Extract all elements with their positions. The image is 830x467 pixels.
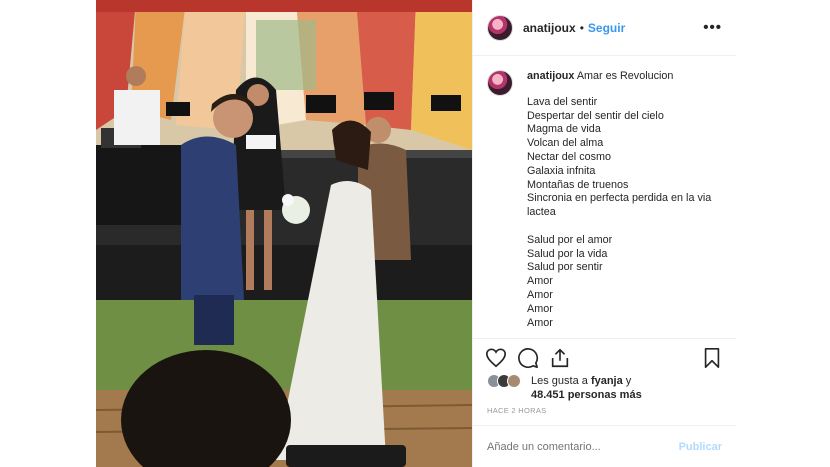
post-side-panel: anatijoux • Seguir ••• anatijoux Amar es…: [472, 0, 736, 467]
likes-summary: Les gusta a fyanja y 48.451 personas más: [487, 374, 642, 402]
caption-first-line: anatijoux Amar es Revolucion: [527, 70, 726, 84]
add-comment-bar: Publicar: [473, 425, 736, 467]
likes-count[interactable]: 48.451 personas más: [531, 389, 642, 401]
likes-prefix: Les gusta a: [531, 375, 588, 387]
likes-text: Les gusta a fyanja y 48.451 personas más: [531, 374, 642, 402]
separator-dot: •: [579, 20, 584, 35]
caption-line: Sincronia en perfecta perdida en la via …: [527, 192, 712, 219]
caption-line: Magma de vida: [527, 123, 601, 136]
caption-area: anatijoux Amar es Revolucion Lava del se…: [487, 70, 726, 338]
caption-body: anatijoux Amar es Revolucion Lava del se…: [527, 70, 726, 330]
caption-line: Salud por el amor: [527, 233, 613, 246]
caption-line: Nectar del cosmo: [527, 150, 612, 163]
publish-button[interactable]: Publicar: [679, 441, 722, 453]
caption-line: Volcan del alma: [527, 137, 604, 150]
liker-avatar: [507, 374, 521, 388]
comment-input[interactable]: [487, 440, 679, 453]
caption-line: Galaxia infnita: [527, 164, 596, 177]
wedding-photo-illustration: [96, 0, 472, 467]
caption-line: [527, 220, 726, 234]
likes-joiner: y: [625, 375, 632, 387]
caption-line: Salud por la vida: [527, 247, 608, 260]
action-icons: [485, 347, 722, 371]
bookmark-icon[interactable]: [702, 347, 722, 369]
caption-line: Amor: [527, 316, 553, 329]
post-timestamp[interactable]: HACE 2 HORAS: [487, 406, 546, 415]
share-icon[interactable]: [549, 347, 571, 369]
caption-line: Montañas de truenos: [527, 178, 629, 191]
caption-line: Amor: [527, 302, 553, 315]
liker-avatars[interactable]: [487, 374, 527, 390]
caption-username[interactable]: anatijoux: [527, 70, 574, 82]
caption-line: Amor: [527, 288, 553, 301]
more-options-icon[interactable]: •••: [703, 19, 722, 36]
caption-avatar[interactable]: [487, 70, 513, 96]
follow-button[interactable]: Seguir: [588, 21, 625, 35]
caption-line: Lava del sentir: [527, 95, 598, 108]
caption-lines: Lava del sentir Despertar del sentir del…: [527, 96, 726, 331]
heart-icon[interactable]: [485, 347, 507, 369]
caption-line: Amor: [527, 275, 553, 288]
likes-user[interactable]: fyanja: [591, 375, 623, 387]
avatar[interactable]: [487, 14, 513, 41]
caption-line: Salud por sentir: [527, 261, 603, 274]
caption-line: Despertar del sentir del cielo: [527, 109, 664, 122]
post-photo[interactable]: [96, 0, 472, 467]
caption-title: Amar es Revolucion: [576, 70, 674, 82]
comment-icon[interactable]: [517, 347, 539, 369]
header-username[interactable]: anatijoux: [523, 21, 576, 35]
post-header: anatijoux • Seguir •••: [473, 0, 736, 56]
caption-comment: anatijoux Amar es Revolucion Lava del se…: [487, 70, 726, 330]
